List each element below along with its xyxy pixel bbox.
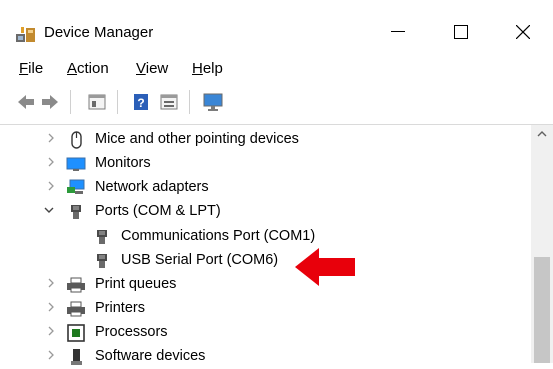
toolbar-separator — [117, 90, 118, 114]
svg-text:?: ? — [137, 96, 144, 110]
chevron-down-icon[interactable] — [43, 204, 55, 216]
tree-row-software-devices[interactable]: Software devices — [0, 345, 530, 369]
tree-row-com1[interactable]: Communications Port (COM1) — [0, 225, 530, 249]
tree-row-label: Network adapters — [95, 179, 209, 195]
tree-row-monitors[interactable]: Monitors — [0, 152, 530, 176]
close-icon — [516, 25, 530, 39]
menu-help[interactable]: Help — [192, 60, 223, 77]
menu-bar: File Action View Help — [0, 58, 553, 82]
tree-row-label: Monitors — [95, 155, 151, 171]
chevron-right-icon[interactable] — [45, 156, 57, 168]
show-hidden-icon[interactable] — [159, 92, 179, 112]
chevron-right-icon[interactable] — [45, 349, 57, 361]
annotation-arrow-icon — [295, 248, 355, 286]
tree-row-print-queues[interactable]: Print queues — [0, 273, 530, 297]
minimize-icon — [391, 31, 405, 32]
toolbar-separator — [70, 90, 71, 114]
toolbar: ? — [0, 84, 553, 122]
chevron-right-icon[interactable] — [45, 301, 57, 313]
tree-row-label: Processors — [95, 324, 168, 340]
chevron-right-icon[interactable] — [45, 132, 57, 144]
close-button[interactable] — [503, 17, 543, 47]
forward-arrow-icon[interactable] — [40, 92, 60, 112]
menu-action[interactable]: Action — [67, 60, 109, 77]
tree-row-label: Printers — [95, 300, 145, 316]
monitor-icon — [66, 157, 86, 171]
menu-view[interactable]: View — [136, 60, 168, 77]
minimize-button[interactable] — [378, 17, 418, 47]
network-adapter-icon — [67, 179, 85, 194]
mouse-icon — [71, 131, 82, 149]
tree-row-com6[interactable]: USB Serial Port (COM6) — [0, 249, 530, 273]
tree-row-mice[interactable]: Mice and other pointing devices — [0, 128, 530, 152]
tree-row-label: USB Serial Port (COM6) — [121, 252, 279, 268]
tree-row-label: Ports (COM & LPT) — [95, 203, 221, 219]
device-manager-icon — [16, 27, 35, 42]
tree-row-label: Communications Port (COM1) — [121, 228, 316, 244]
printer-icon — [67, 301, 85, 317]
maximize-button[interactable] — [441, 17, 481, 47]
printer-icon — [67, 277, 85, 293]
scrollbar-thumb[interactable] — [534, 257, 550, 363]
chevron-right-icon[interactable] — [45, 180, 57, 192]
tree-row-network-adapters[interactable]: Network adapters — [0, 176, 530, 200]
port-icon — [97, 254, 107, 268]
chevron-right-icon[interactable] — [45, 325, 57, 337]
tree-row-label: Print queues — [95, 276, 177, 292]
maximize-icon — [454, 25, 468, 39]
window-title: Device Manager — [44, 24, 154, 41]
scroll-up-icon[interactable] — [535, 128, 549, 140]
processor-icon — [67, 324, 85, 342]
properties-icon[interactable] — [87, 92, 107, 112]
tree-row-printers[interactable]: Printers — [0, 297, 530, 321]
title-bar: Device Manager — [0, 0, 553, 58]
port-icon — [71, 205, 81, 219]
tree-row-ports[interactable]: Ports (COM & LPT) — [0, 200, 530, 224]
toolbar-separator — [189, 90, 190, 114]
back-arrow-icon[interactable] — [16, 92, 36, 112]
tree-row-processors[interactable]: Processors — [0, 321, 530, 345]
menu-file[interactable]: File — [19, 60, 43, 77]
help-icon[interactable]: ? — [131, 92, 151, 112]
chevron-right-icon[interactable] — [45, 277, 57, 289]
port-icon — [97, 230, 107, 244]
tree-row-label: Mice and other pointing devices — [95, 131, 299, 147]
monitor-icon[interactable] — [202, 92, 224, 112]
tree-row-label: Software devices — [95, 348, 206, 364]
software-device-icon — [71, 349, 82, 365]
